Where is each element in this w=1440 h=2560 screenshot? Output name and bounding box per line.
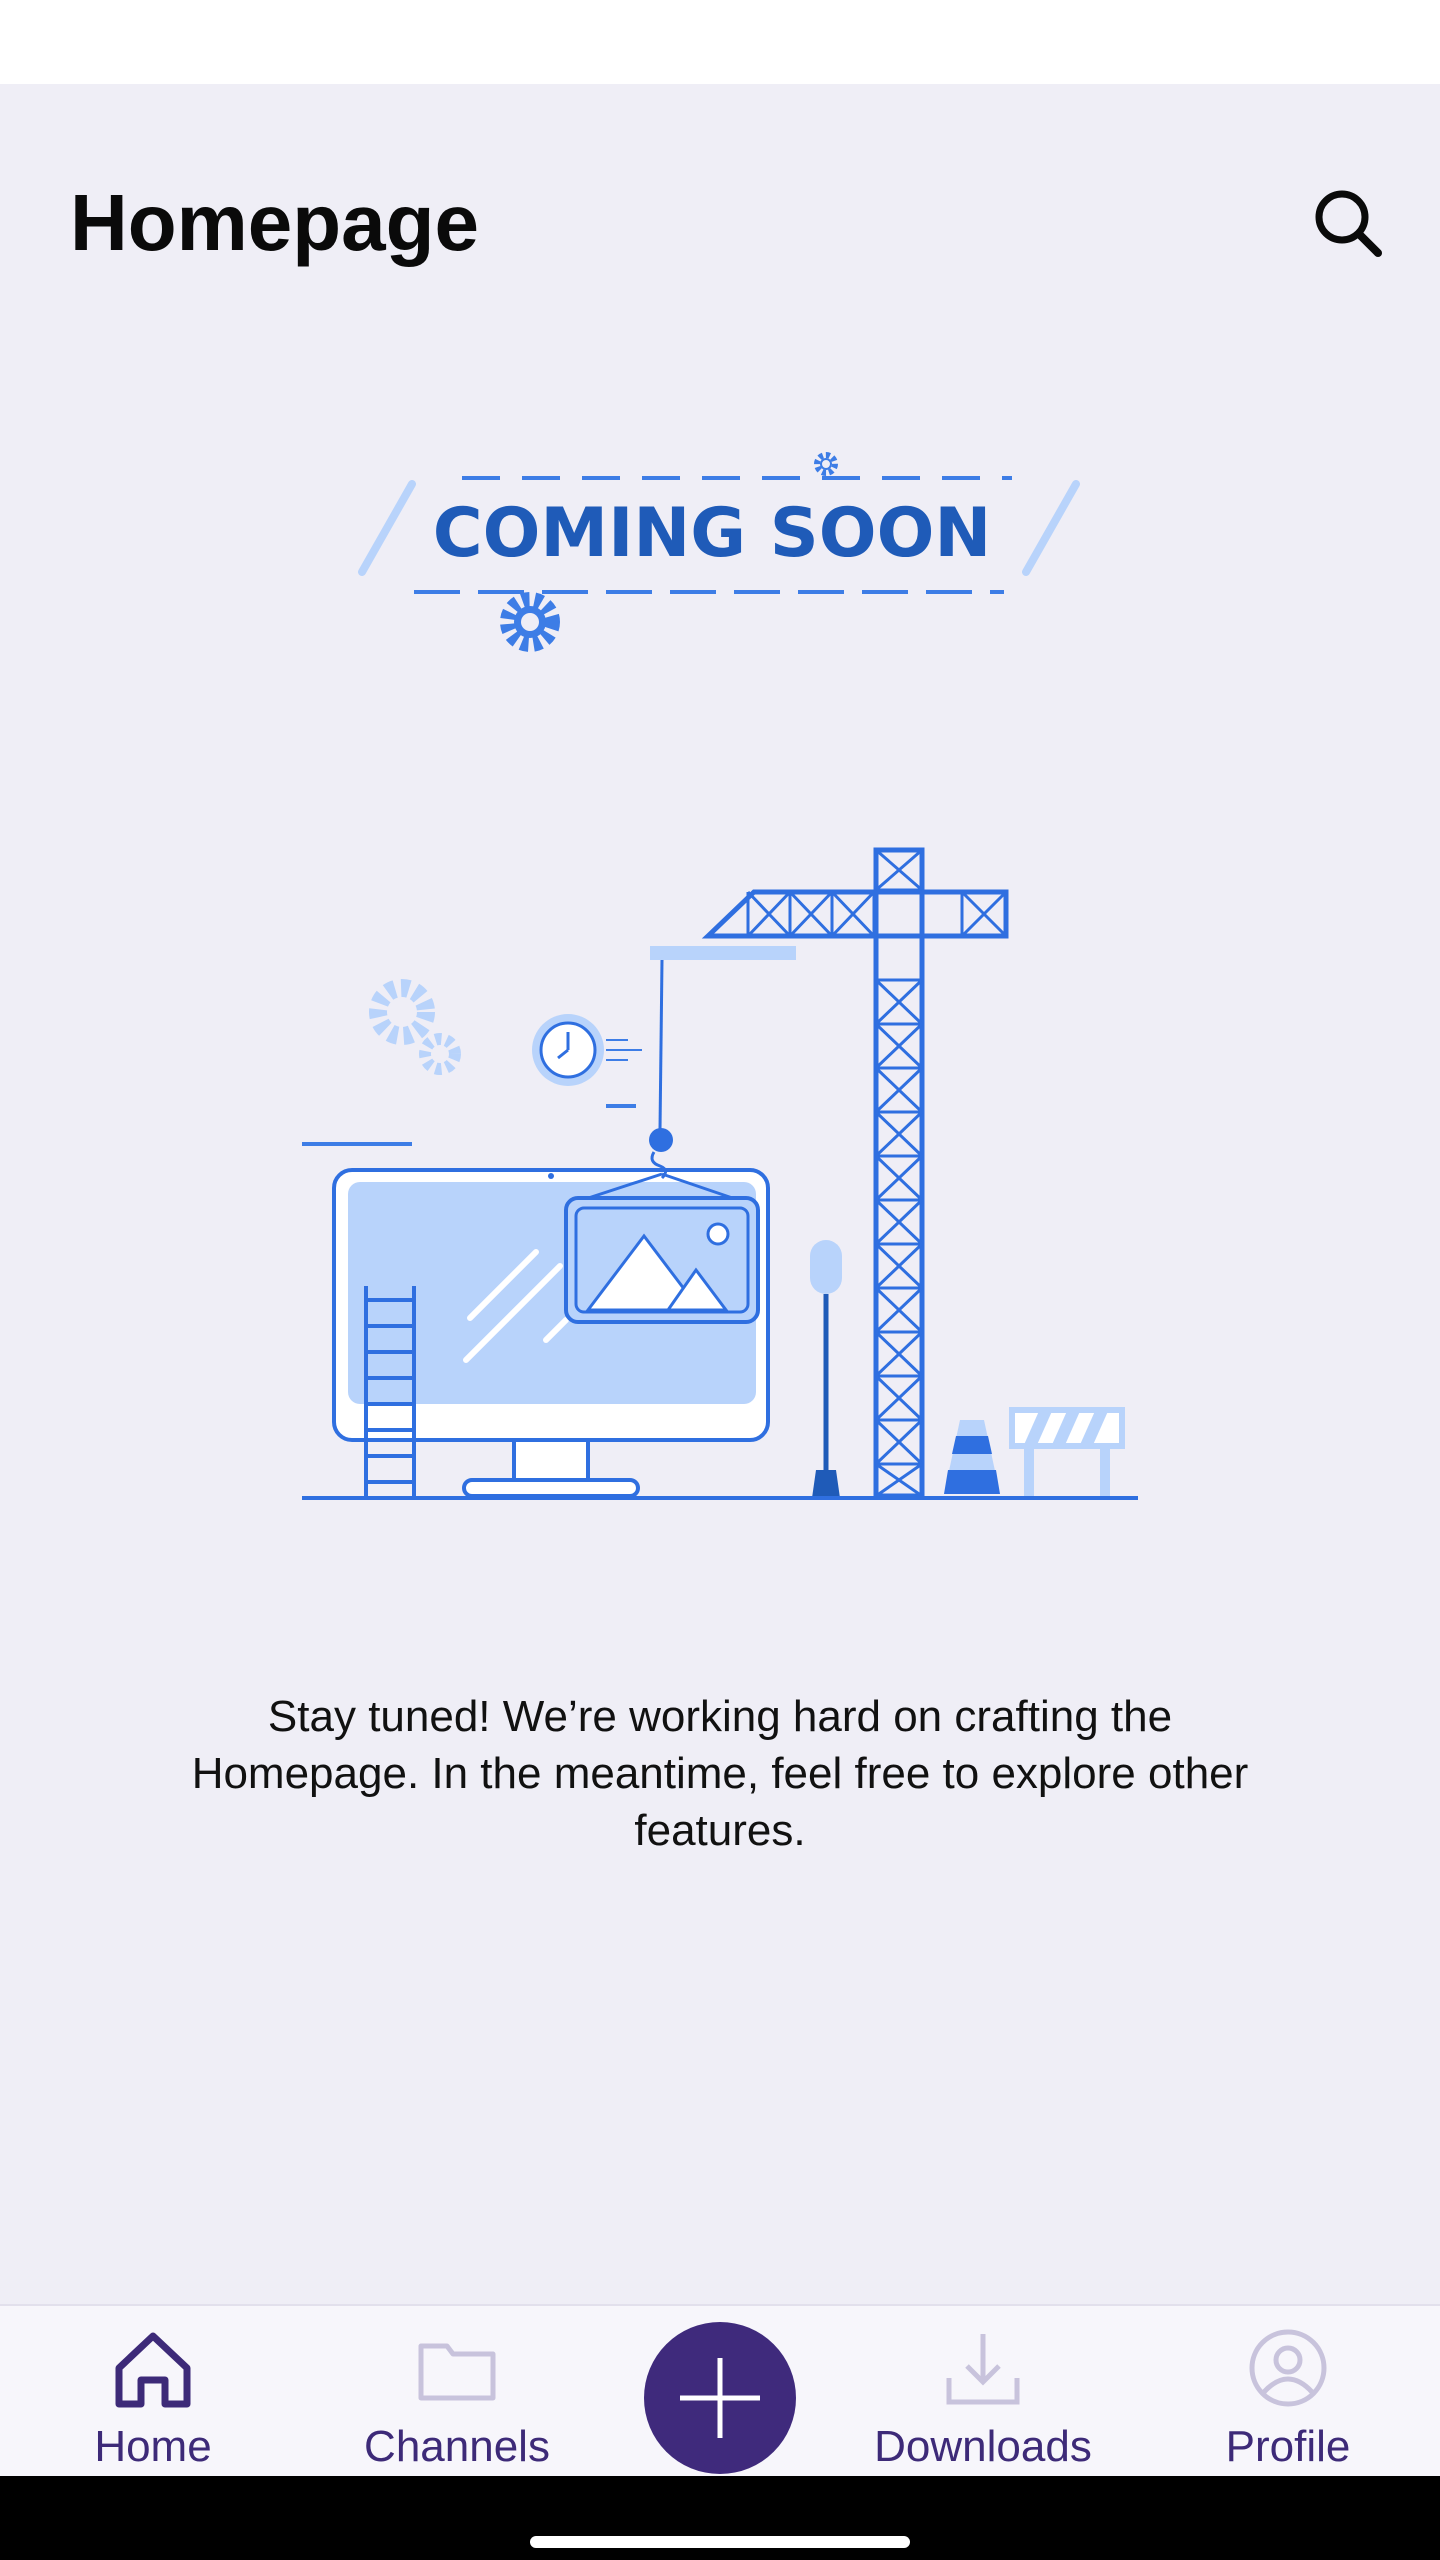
banner-text: COMING SOON — [433, 494, 992, 573]
nav-label-home: Home — [94, 2422, 212, 2471]
nav-item-home[interactable]: Home — [33, 2312, 273, 2476]
nav-item-downloads[interactable]: Downloads — [863, 2312, 1103, 2476]
image-frame-icon — [564, 1196, 760, 1324]
nav-item-profile[interactable]: Profile — [1168, 2312, 1408, 2476]
coming-soon-banner: COMING SOON — [358, 452, 1080, 652]
traffic-cone-icon — [944, 1420, 1000, 1494]
small-gear-icon — [814, 452, 838, 476]
road-barrier-icon — [1009, 1407, 1125, 1496]
nav-label-profile: Profile — [1225, 2422, 1351, 2471]
status-bar — [0, 0, 1440, 84]
home-gesture-handle[interactable] — [530, 2536, 910, 2548]
gear-icon — [500, 592, 560, 652]
plus-icon — [680, 2358, 760, 2438]
lamp-icon — [810, 1240, 842, 1498]
profile-icon — [1249, 2329, 1327, 2407]
clock-icon — [532, 1014, 642, 1108]
home-icon — [115, 2332, 191, 2408]
coming-soon-illustration: COMING SOON — [0, 420, 1440, 1550]
nav-label-downloads: Downloads — [874, 2422, 1092, 2471]
nav-item-channels[interactable]: Channels — [337, 2312, 577, 2476]
gears-cluster-icon — [369, 979, 461, 1075]
coming-soon-message: Stay tuned! We’re working hard on crafti… — [191, 1692, 1249, 1855]
download-icon — [946, 2334, 1020, 2405]
folder-icon — [418, 2343, 496, 2401]
nav-label-channels: Channels — [364, 2422, 550, 2471]
search-icon — [1315, 190, 1382, 257]
create-button[interactable] — [644, 2322, 796, 2474]
search-button[interactable] — [1300, 175, 1396, 271]
page-title: Homepage — [70, 178, 479, 267]
